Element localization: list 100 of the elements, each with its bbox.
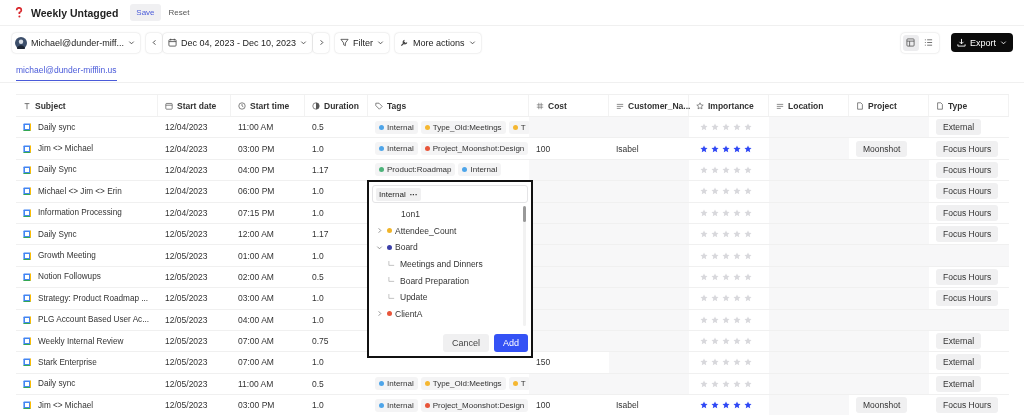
star-icon[interactable] — [744, 165, 752, 174]
tag-chip[interactable]: Internal — [375, 377, 418, 391]
star-icon[interactable] — [744, 144, 752, 153]
star-icon[interactable] — [700, 272, 708, 281]
tag-option[interactable]: Board Preparation — [372, 272, 528, 289]
star-icon[interactable] — [722, 165, 730, 174]
star-icon[interactable] — [700, 144, 708, 153]
star-icon[interactable] — [700, 165, 708, 174]
tag-chip[interactable]: Project_Moonshot:Design — [420, 398, 529, 412]
tag-option[interactable]: ClientA — [372, 305, 528, 323]
star-icon[interactable] — [744, 272, 752, 281]
star-icon[interactable] — [733, 144, 741, 153]
more-actions-button[interactable]: More actions — [395, 32, 481, 53]
tag-chip[interactable]: Internal — [375, 142, 418, 156]
star-icon[interactable] — [711, 251, 719, 260]
star-icon[interactable] — [733, 379, 741, 388]
star-icon[interactable] — [722, 144, 730, 153]
tag-option[interactable]: Meetings and Dinners — [372, 255, 528, 273]
column-header[interactable]: Start date — [158, 95, 231, 116]
chevron-icon[interactable] — [376, 244, 383, 251]
star-icon[interactable] — [744, 401, 752, 410]
star-icon[interactable] — [733, 337, 741, 346]
star-icon[interactable] — [733, 401, 741, 410]
account-dropdown[interactable]: Michael@dunder-miff... — [12, 32, 140, 53]
star-icon[interactable] — [733, 315, 741, 324]
star-icon[interactable] — [711, 337, 719, 346]
star-icon[interactable] — [744, 337, 752, 346]
column-header[interactable]: Type — [929, 95, 1009, 116]
star-icon[interactable] — [700, 379, 708, 388]
star-icon[interactable] — [711, 294, 719, 303]
star-icon[interactable] — [700, 315, 708, 324]
cancel-button[interactable]: Cancel — [442, 334, 489, 352]
star-icon[interactable] — [722, 123, 730, 132]
star-icon[interactable] — [722, 230, 730, 239]
star-icon[interactable] — [744, 230, 752, 239]
next-button[interactable] — [313, 32, 330, 53]
star-icon[interactable] — [711, 315, 719, 324]
column-header[interactable]: Customer_Na... — [609, 95, 689, 116]
star-icon[interactable] — [711, 230, 719, 239]
star-icon[interactable] — [700, 187, 708, 196]
column-header[interactable]: Project — [849, 95, 929, 116]
export-button[interactable]: Export — [951, 33, 1013, 52]
star-icon[interactable] — [744, 315, 752, 324]
star-icon[interactable] — [722, 379, 730, 388]
column-header[interactable]: Duration — [305, 95, 368, 116]
star-icon[interactable] — [711, 401, 719, 410]
star-icon[interactable] — [733, 230, 741, 239]
star-icon[interactable] — [733, 165, 741, 174]
column-header[interactable]: Subject — [16, 95, 158, 116]
star-icon[interactable] — [711, 272, 719, 281]
star-icon[interactable] — [711, 358, 719, 367]
tag-search-field[interactable]: Internal ··· — [372, 185, 528, 203]
star-icon[interactable] — [722, 337, 730, 346]
star-icon[interactable] — [722, 187, 730, 196]
star-icon[interactable] — [733, 272, 741, 281]
star-icon[interactable] — [711, 208, 719, 217]
column-header[interactable]: Importance — [689, 95, 769, 116]
star-icon[interactable] — [711, 165, 719, 174]
column-header[interactable]: Tags — [368, 95, 529, 116]
star-icon[interactable] — [733, 187, 741, 196]
star-icon[interactable] — [711, 123, 719, 132]
chevron-icon[interactable] — [376, 310, 383, 318]
star-icon[interactable] — [722, 208, 730, 217]
column-header[interactable]: Location — [769, 95, 849, 116]
star-icon[interactable] — [722, 401, 730, 410]
star-icon[interactable] — [700, 337, 708, 346]
star-icon[interactable] — [700, 294, 708, 303]
star-icon[interactable] — [722, 272, 730, 281]
star-icon[interactable] — [744, 358, 752, 367]
tag-chip[interactable]: Project_Moonshot:Design — [420, 142, 529, 156]
star-icon[interactable] — [711, 187, 719, 196]
tag-chip[interactable]: Internal — [375, 398, 418, 412]
star-icon[interactable] — [700, 401, 708, 410]
star-icon[interactable] — [722, 251, 730, 260]
tag-chip[interactable]: T — [508, 120, 529, 134]
column-header[interactable]: Cost — [529, 95, 609, 116]
star-icon[interactable] — [744, 294, 752, 303]
tag-option[interactable]: Update — [372, 288, 528, 306]
date-range-button[interactable]: Dec 04, 2023 - Dec 10, 2023 — [163, 32, 313, 53]
layout-view-button[interactable] — [903, 34, 919, 51]
star-icon[interactable] — [700, 251, 708, 260]
star-icon[interactable] — [700, 123, 708, 132]
star-icon[interactable] — [744, 251, 752, 260]
tag-chip[interactable]: T — [508, 377, 529, 391]
more-icon[interactable]: ··· — [409, 189, 418, 199]
star-icon[interactable] — [744, 208, 752, 217]
star-icon[interactable] — [722, 315, 730, 324]
reset-button[interactable]: Reset — [168, 8, 190, 17]
star-icon[interactable] — [700, 358, 708, 367]
tag-chip[interactable]: Product:Roadmap — [375, 163, 456, 177]
star-icon[interactable] — [700, 230, 708, 239]
save-button[interactable]: Save — [130, 4, 161, 21]
tag-chip[interactable]: Type_Old:Meetings — [420, 377, 506, 391]
filter-button[interactable]: Filter — [335, 32, 390, 53]
account-tab[interactable]: michael@dunder-mifflin.us — [16, 62, 117, 81]
star-icon[interactable] — [733, 251, 741, 260]
column-header[interactable]: Start time — [231, 95, 305, 116]
tag-option[interactable]: 1on1 — [372, 206, 528, 223]
star-icon[interactable] — [733, 123, 741, 132]
previous-button[interactable] — [146, 32, 162, 53]
